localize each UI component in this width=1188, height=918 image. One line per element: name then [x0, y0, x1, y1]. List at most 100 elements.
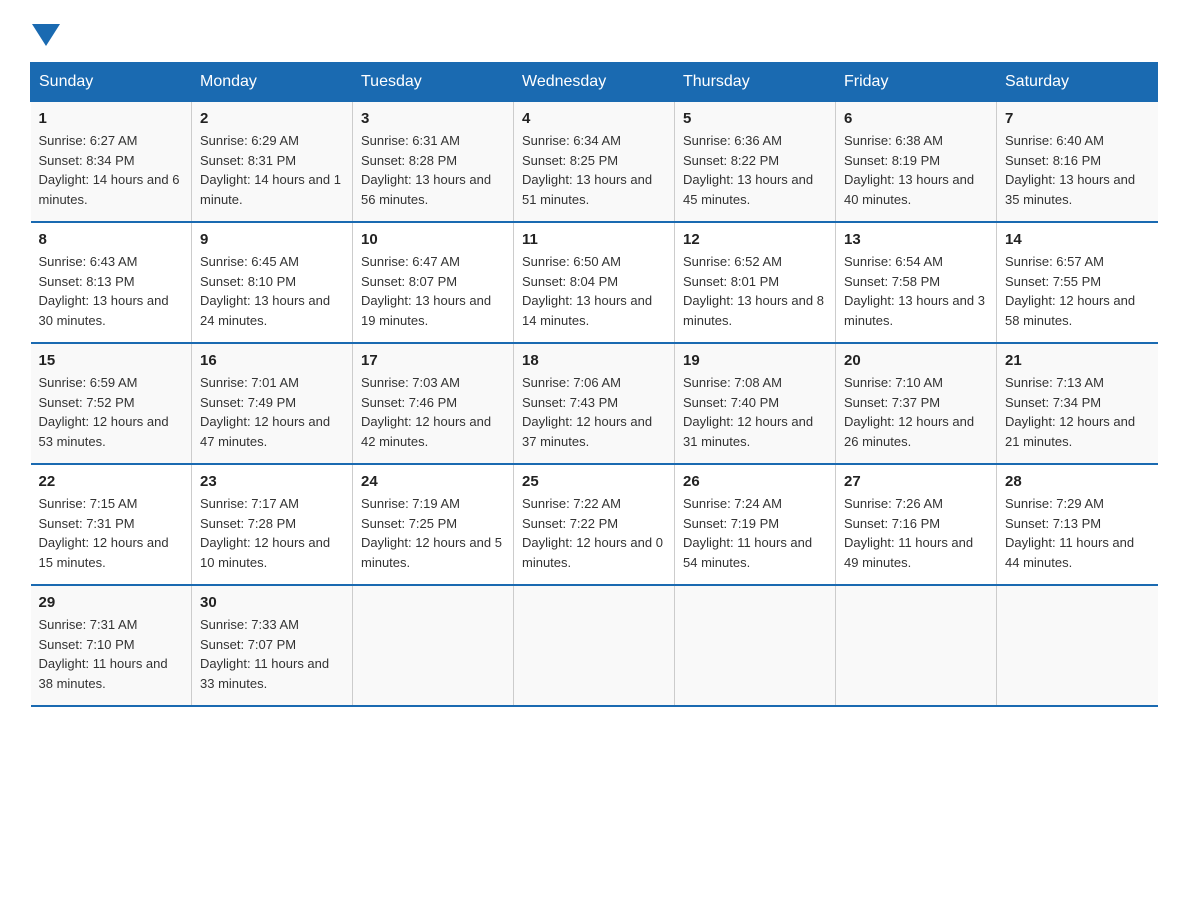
weekday-header-row: SundayMondayTuesdayWednesdayThursdayFrid…	[31, 63, 1158, 102]
day-number: 11	[522, 231, 666, 248]
calendar-cell: 11 Sunrise: 6:50 AM Sunset: 8:04 PM Dayl…	[514, 222, 675, 343]
day-info: Sunrise: 7:26 AM Sunset: 7:16 PM Dayligh…	[844, 494, 988, 572]
day-number: 2	[200, 110, 344, 127]
day-number: 8	[39, 231, 184, 248]
weekday-header-sunday: Sunday	[31, 63, 192, 102]
calendar-cell: 5 Sunrise: 6:36 AM Sunset: 8:22 PM Dayli…	[675, 102, 836, 223]
weekday-header-wednesday: Wednesday	[514, 63, 675, 102]
day-info: Sunrise: 6:27 AM Sunset: 8:34 PM Dayligh…	[39, 131, 184, 209]
calendar-cell: 20 Sunrise: 7:10 AM Sunset: 7:37 PM Dayl…	[836, 343, 997, 464]
day-number: 28	[1005, 473, 1150, 490]
calendar-cell: 19 Sunrise: 7:08 AM Sunset: 7:40 PM Dayl…	[675, 343, 836, 464]
calendar-cell: 18 Sunrise: 7:06 AM Sunset: 7:43 PM Dayl…	[514, 343, 675, 464]
calendar-cell: 9 Sunrise: 6:45 AM Sunset: 8:10 PM Dayli…	[192, 222, 353, 343]
calendar-week-row: 1 Sunrise: 6:27 AM Sunset: 8:34 PM Dayli…	[31, 102, 1158, 223]
day-info: Sunrise: 7:13 AM Sunset: 7:34 PM Dayligh…	[1005, 373, 1150, 451]
day-info: Sunrise: 6:59 AM Sunset: 7:52 PM Dayligh…	[39, 373, 184, 451]
day-number: 9	[200, 231, 344, 248]
calendar-cell: 2 Sunrise: 6:29 AM Sunset: 8:31 PM Dayli…	[192, 102, 353, 223]
day-number: 24	[361, 473, 505, 490]
day-info: Sunrise: 7:06 AM Sunset: 7:43 PM Dayligh…	[522, 373, 666, 451]
day-info: Sunrise: 6:31 AM Sunset: 8:28 PM Dayligh…	[361, 131, 505, 209]
day-info: Sunrise: 6:57 AM Sunset: 7:55 PM Dayligh…	[1005, 252, 1150, 330]
day-info: Sunrise: 7:10 AM Sunset: 7:37 PM Dayligh…	[844, 373, 988, 451]
logo-triangle-icon	[32, 24, 60, 46]
day-number: 23	[200, 473, 344, 490]
calendar-cell: 27 Sunrise: 7:26 AM Sunset: 7:16 PM Dayl…	[836, 464, 997, 585]
weekday-header-monday: Monday	[192, 63, 353, 102]
day-number: 12	[683, 231, 827, 248]
weekday-header-tuesday: Tuesday	[353, 63, 514, 102]
day-number: 5	[683, 110, 827, 127]
calendar-cell: 6 Sunrise: 6:38 AM Sunset: 8:19 PM Dayli…	[836, 102, 997, 223]
day-info: Sunrise: 7:24 AM Sunset: 7:19 PM Dayligh…	[683, 494, 827, 572]
day-number: 14	[1005, 231, 1150, 248]
day-info: Sunrise: 6:29 AM Sunset: 8:31 PM Dayligh…	[200, 131, 344, 209]
calendar-cell	[353, 585, 514, 706]
day-number: 30	[200, 594, 344, 611]
calendar-cell: 24 Sunrise: 7:19 AM Sunset: 7:25 PM Dayl…	[353, 464, 514, 585]
day-info: Sunrise: 7:15 AM Sunset: 7:31 PM Dayligh…	[39, 494, 184, 572]
calendar-cell: 16 Sunrise: 7:01 AM Sunset: 7:49 PM Dayl…	[192, 343, 353, 464]
calendar-cell: 22 Sunrise: 7:15 AM Sunset: 7:31 PM Dayl…	[31, 464, 192, 585]
day-number: 21	[1005, 352, 1150, 369]
calendar-cell: 13 Sunrise: 6:54 AM Sunset: 7:58 PM Dayl…	[836, 222, 997, 343]
day-number: 26	[683, 473, 827, 490]
day-info: Sunrise: 6:36 AM Sunset: 8:22 PM Dayligh…	[683, 131, 827, 209]
calendar-table: SundayMondayTuesdayWednesdayThursdayFrid…	[30, 62, 1158, 707]
calendar-cell: 12 Sunrise: 6:52 AM Sunset: 8:01 PM Dayl…	[675, 222, 836, 343]
day-info: Sunrise: 7:19 AM Sunset: 7:25 PM Dayligh…	[361, 494, 505, 572]
weekday-header-thursday: Thursday	[675, 63, 836, 102]
day-number: 3	[361, 110, 505, 127]
calendar-cell: 21 Sunrise: 7:13 AM Sunset: 7:34 PM Dayl…	[997, 343, 1158, 464]
day-number: 16	[200, 352, 344, 369]
calendar-cell	[997, 585, 1158, 706]
day-number: 7	[1005, 110, 1150, 127]
calendar-week-row: 15 Sunrise: 6:59 AM Sunset: 7:52 PM Dayl…	[31, 343, 1158, 464]
calendar-week-row: 22 Sunrise: 7:15 AM Sunset: 7:31 PM Dayl…	[31, 464, 1158, 585]
calendar-week-row: 8 Sunrise: 6:43 AM Sunset: 8:13 PM Dayli…	[31, 222, 1158, 343]
day-number: 13	[844, 231, 988, 248]
day-number: 4	[522, 110, 666, 127]
weekday-header-friday: Friday	[836, 63, 997, 102]
day-info: Sunrise: 7:31 AM Sunset: 7:10 PM Dayligh…	[39, 615, 184, 693]
calendar-cell: 17 Sunrise: 7:03 AM Sunset: 7:46 PM Dayl…	[353, 343, 514, 464]
day-info: Sunrise: 6:47 AM Sunset: 8:07 PM Dayligh…	[361, 252, 505, 330]
day-info: Sunrise: 6:45 AM Sunset: 8:10 PM Dayligh…	[200, 252, 344, 330]
day-info: Sunrise: 7:08 AM Sunset: 7:40 PM Dayligh…	[683, 373, 827, 451]
day-info: Sunrise: 7:17 AM Sunset: 7:28 PM Dayligh…	[200, 494, 344, 572]
calendar-week-row: 29 Sunrise: 7:31 AM Sunset: 7:10 PM Dayl…	[31, 585, 1158, 706]
day-info: Sunrise: 6:54 AM Sunset: 7:58 PM Dayligh…	[844, 252, 988, 330]
day-info: Sunrise: 7:29 AM Sunset: 7:13 PM Dayligh…	[1005, 494, 1150, 572]
calendar-cell: 4 Sunrise: 6:34 AM Sunset: 8:25 PM Dayli…	[514, 102, 675, 223]
day-info: Sunrise: 6:50 AM Sunset: 8:04 PM Dayligh…	[522, 252, 666, 330]
day-info: Sunrise: 6:43 AM Sunset: 8:13 PM Dayligh…	[39, 252, 184, 330]
day-number: 20	[844, 352, 988, 369]
day-number: 29	[39, 594, 184, 611]
weekday-header-saturday: Saturday	[997, 63, 1158, 102]
calendar-cell: 8 Sunrise: 6:43 AM Sunset: 8:13 PM Dayli…	[31, 222, 192, 343]
calendar-cell: 26 Sunrise: 7:24 AM Sunset: 7:19 PM Dayl…	[675, 464, 836, 585]
calendar-cell	[514, 585, 675, 706]
day-info: Sunrise: 7:22 AM Sunset: 7:22 PM Dayligh…	[522, 494, 666, 572]
day-number: 6	[844, 110, 988, 127]
calendar-cell: 29 Sunrise: 7:31 AM Sunset: 7:10 PM Dayl…	[31, 585, 192, 706]
calendar-cell: 14 Sunrise: 6:57 AM Sunset: 7:55 PM Dayl…	[997, 222, 1158, 343]
calendar-cell: 3 Sunrise: 6:31 AM Sunset: 8:28 PM Dayli…	[353, 102, 514, 223]
day-info: Sunrise: 6:38 AM Sunset: 8:19 PM Dayligh…	[844, 131, 988, 209]
calendar-cell: 15 Sunrise: 6:59 AM Sunset: 7:52 PM Dayl…	[31, 343, 192, 464]
day-number: 22	[39, 473, 184, 490]
day-info: Sunrise: 6:40 AM Sunset: 8:16 PM Dayligh…	[1005, 131, 1150, 209]
day-number: 27	[844, 473, 988, 490]
calendar-cell: 23 Sunrise: 7:17 AM Sunset: 7:28 PM Dayl…	[192, 464, 353, 585]
page-header	[30, 20, 1158, 42]
day-number: 15	[39, 352, 184, 369]
calendar-cell: 28 Sunrise: 7:29 AM Sunset: 7:13 PM Dayl…	[997, 464, 1158, 585]
day-info: Sunrise: 6:34 AM Sunset: 8:25 PM Dayligh…	[522, 131, 666, 209]
day-number: 17	[361, 352, 505, 369]
calendar-cell	[836, 585, 997, 706]
calendar-cell	[675, 585, 836, 706]
day-number: 18	[522, 352, 666, 369]
day-info: Sunrise: 7:01 AM Sunset: 7:49 PM Dayligh…	[200, 373, 344, 451]
logo	[30, 20, 62, 42]
